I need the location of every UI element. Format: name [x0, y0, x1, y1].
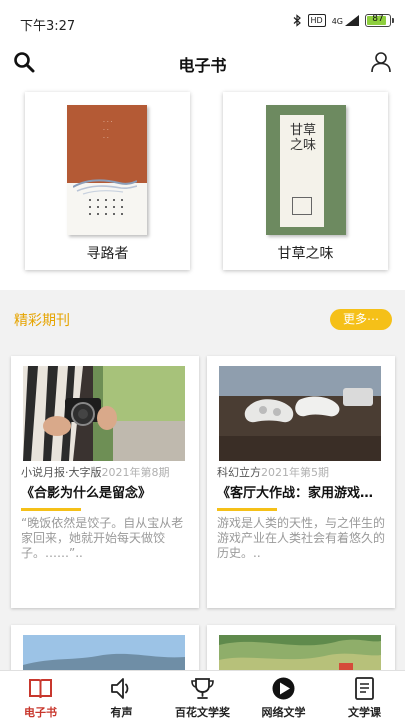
magazine-issue: 2021年第8期	[101, 466, 170, 479]
bottom-tab-bar: 电子书 有声 百花文学奖 网络文学 文学课	[0, 670, 405, 720]
tab-label: 百花文学奖	[175, 706, 230, 719]
signal-icon	[345, 15, 359, 26]
tab-ebook[interactable]: 电子书	[0, 671, 81, 720]
more-button[interactable]: 更多⋯	[330, 309, 392, 330]
tab-label: 网络文学	[261, 706, 306, 719]
book-card[interactable]: · · · · · · · 寻路者	[25, 92, 190, 270]
battery-icon: 87	[365, 14, 394, 27]
book-title: 甘草之味	[277, 246, 334, 262]
title-underline	[217, 508, 277, 511]
page-title: 电子书	[178, 56, 227, 75]
tab-label: 文学课	[348, 706, 381, 719]
tab-audio[interactable]: 有声	[81, 671, 162, 720]
book-card[interactable]: 甘草之味 甘草之味	[223, 92, 388, 270]
cover-seal-box	[292, 197, 312, 215]
cover-text-columns	[89, 199, 123, 215]
network-type-label: 4G	[331, 17, 343, 26]
periodicals-section: 精彩期刊 更多⋯ 小说月报·大字版2021年第8期 《合影为什么是留念》 “晚饭…	[0, 290, 405, 685]
periodical-meta: 小说月报·大字版2021年第8期	[21, 464, 191, 480]
featured-books: · · · · · · · 寻路者 甘草之味 甘草之味	[0, 80, 405, 290]
periodical-card[interactable]: 小说月报·大字版2021年第8期 《合影为什么是留念》 “晚饭依然是饺子。自从宝…	[11, 356, 199, 608]
book-title: 寻路者	[86, 246, 129, 262]
tab-label: 有声	[110, 706, 133, 719]
cover-title-text: 甘草之味	[290, 123, 317, 153]
status-bar: 下午3:27 HD 4G 87	[0, 0, 405, 46]
battery-level: 87	[372, 14, 384, 24]
magazine-name: 科幻立方	[217, 466, 261, 479]
play-circle-icon	[272, 677, 295, 700]
cover-text-decoration: · · · · · · ·	[103, 119, 113, 142]
speaker-icon	[111, 678, 129, 699]
magazine-issue: 2021年第5期	[261, 466, 329, 479]
tab-baihua-award[interactable]: 百花文学奖	[162, 671, 243, 720]
tab-literature-class[interactable]: 文学课	[324, 671, 405, 720]
camera-photo	[23, 366, 185, 461]
article-title: 《合影为什么是留念》	[21, 486, 152, 501]
game-controller-photo	[219, 366, 381, 461]
book-cover: · · · · · · ·	[67, 105, 147, 235]
cover-wave-illustration	[73, 179, 137, 195]
hd-badge: HD	[307, 14, 326, 27]
battery-cap	[392, 18, 394, 23]
notebook-icon	[355, 677, 374, 700]
book-icon	[29, 679, 52, 699]
article-title: 《客厅大作战：家用游戏机的过去》	[217, 486, 385, 501]
title-underline	[21, 508, 81, 511]
periodical-meta: 科幻立方2021年第5期	[217, 464, 387, 480]
periodical-card[interactable]: 科幻立方2021年第5期 《客厅大作战：家用游戏机的过去》 游戏是人类的天性，与…	[207, 356, 395, 608]
magazine-name: 小说月报·大字版	[21, 466, 102, 479]
tab-web-literature[interactable]: 网络文学	[243, 671, 324, 720]
article-description: “晚饭依然是饺子。自从宝从老家回来，她就开始每天做饺子。……”..	[21, 516, 184, 560]
network-indicator: 4G	[332, 15, 359, 26]
tab-label: 电子书	[24, 706, 57, 719]
section-title: 精彩期刊	[14, 313, 70, 329]
app-header: 电子书	[0, 46, 405, 80]
trophy-icon	[191, 678, 214, 699]
user-icon[interactable]	[369, 50, 393, 74]
cover-panel: 甘草之味	[280, 115, 324, 227]
status-time: 下午3:27	[20, 19, 76, 34]
article-description: 游戏是人类的天性，与之伴生的游戏产业在人类社会有着悠久的历史。..	[217, 516, 386, 560]
bluetooth-icon	[293, 14, 301, 27]
status-icons: HD 4G 87	[293, 14, 394, 27]
book-cover: 甘草之味	[266, 105, 346, 235]
